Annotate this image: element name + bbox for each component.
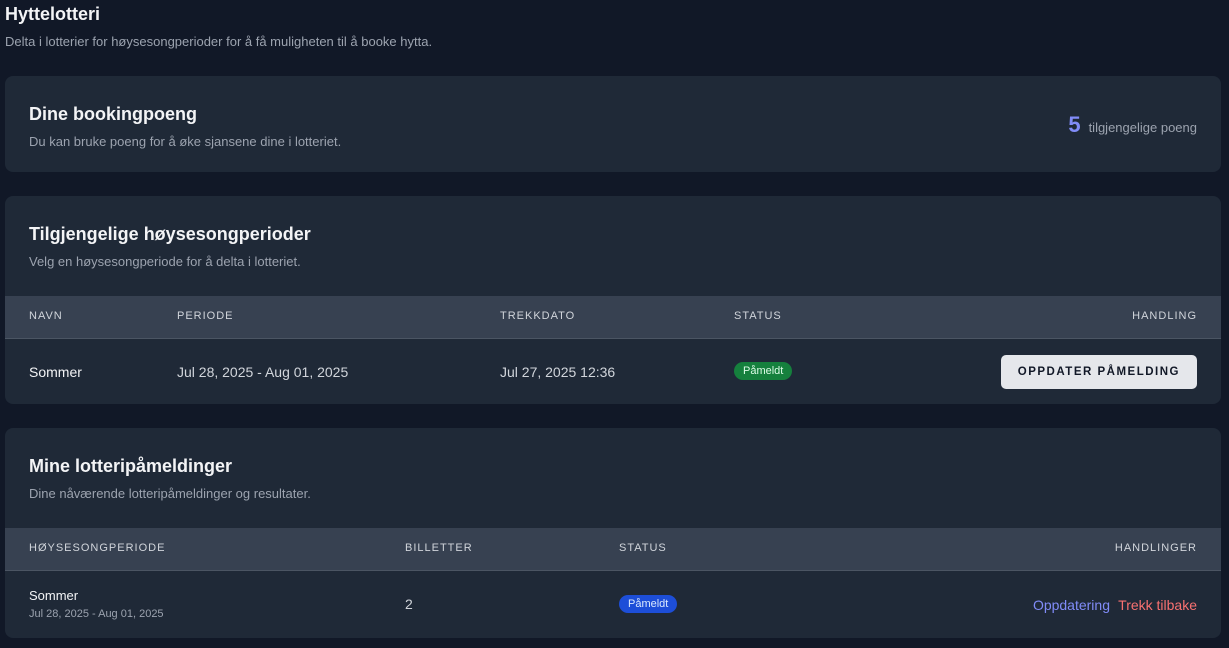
update-entry-link[interactable]: Oppdatering: [1033, 597, 1110, 613]
period-dates: Jul 28, 2025 - Aug 01, 2025: [177, 364, 349, 380]
my-entries-description: Dine nåværende lotteripåmeldinger og res…: [29, 486, 311, 501]
periods-table: Navn Periode Trekkdato Status Handling S…: [5, 296, 1221, 404]
periods-table-header: Navn Periode Trekkdato Status Handling: [5, 296, 1221, 339]
points-summary: 5 tilgjengelige poeng: [1068, 112, 1197, 138]
booking-points-header: Dine bookingpoeng Du kan bruke poeng for…: [29, 104, 341, 149]
page-title: Hyttelotteri: [5, 4, 101, 24]
booking-points-title: Dine bookingpoeng: [29, 104, 197, 124]
entry-period: Sommer Jul 28, 2025 - Aug 01, 2025: [29, 588, 164, 620]
column-header-draw-date: Trekkdato: [500, 310, 576, 322]
table-row: Sommer Jul 28, 2025 - Aug 01, 2025 2 Påm…: [5, 571, 1221, 638]
column-header-name: Navn: [29, 310, 63, 322]
column-header-action: Handling: [1132, 310, 1197, 322]
available-periods-header: Tilgjengelige høysesongperioder Velg en …: [29, 224, 311, 269]
draw-date: Jul 27, 2025 12:36: [500, 364, 616, 380]
my-entries-title: Mine lotteripåmeldinger: [29, 456, 233, 476]
available-periods-description: Velg en høysesongperiode for å delta i l…: [29, 254, 301, 269]
entry-tickets: 2: [405, 596, 413, 612]
entries-table-header: Høysesongperiode Billetter Status Handli…: [5, 528, 1221, 571]
entry-status-badge: Påmeldt: [619, 595, 678, 613]
column-header-status: Status: [734, 310, 782, 322]
column-header-tickets: Billetter: [405, 542, 473, 554]
status-badge: Påmeldt: [734, 362, 793, 380]
withdraw-entry-link[interactable]: Trekk tilbake: [1118, 597, 1197, 613]
page: Hyttelotteri Delta i lotterier for høyse…: [0, 0, 1229, 648]
my-entries-header: Mine lotteripåmeldinger Dine nåværende l…: [29, 456, 311, 501]
booking-points-card: Dine bookingpoeng Du kan bruke poeng for…: [5, 76, 1221, 172]
period-name: Sommer: [29, 364, 82, 380]
booking-points-description: Du kan bruke poeng for å øke sjansene di…: [29, 134, 342, 149]
entry-period-dates: Jul 28, 2025 - Aug 01, 2025: [29, 608, 164, 620]
page-subtitle: Delta i lotterier for høysesongperioder …: [5, 34, 433, 49]
column-header-high-season-period: Høysesongperiode: [29, 542, 166, 554]
table-row: Sommer Jul 28, 2025 - Aug 01, 2025 Jul 2…: [5, 339, 1221, 404]
points-label: tilgjengelige poeng: [1088, 120, 1197, 135]
column-header-entry-status: Status: [619, 542, 667, 554]
available-periods-card: Tilgjengelige høysesongperioder Velg en …: [5, 196, 1221, 404]
entry-period-name: Sommer: [29, 588, 79, 603]
entries-table: Høysesongperiode Billetter Status Handli…: [5, 528, 1221, 638]
available-periods-title: Tilgjengelige høysesongperioder: [29, 224, 311, 244]
my-entries-card: Mine lotteripåmeldinger Dine nåværende l…: [5, 428, 1221, 638]
column-header-actions: Handlinger: [1114, 542, 1197, 554]
points-value: 5: [1068, 112, 1081, 137]
column-header-period: Periode: [177, 310, 234, 322]
update-registration-button[interactable]: Oppdater påmelding: [1000, 355, 1197, 389]
